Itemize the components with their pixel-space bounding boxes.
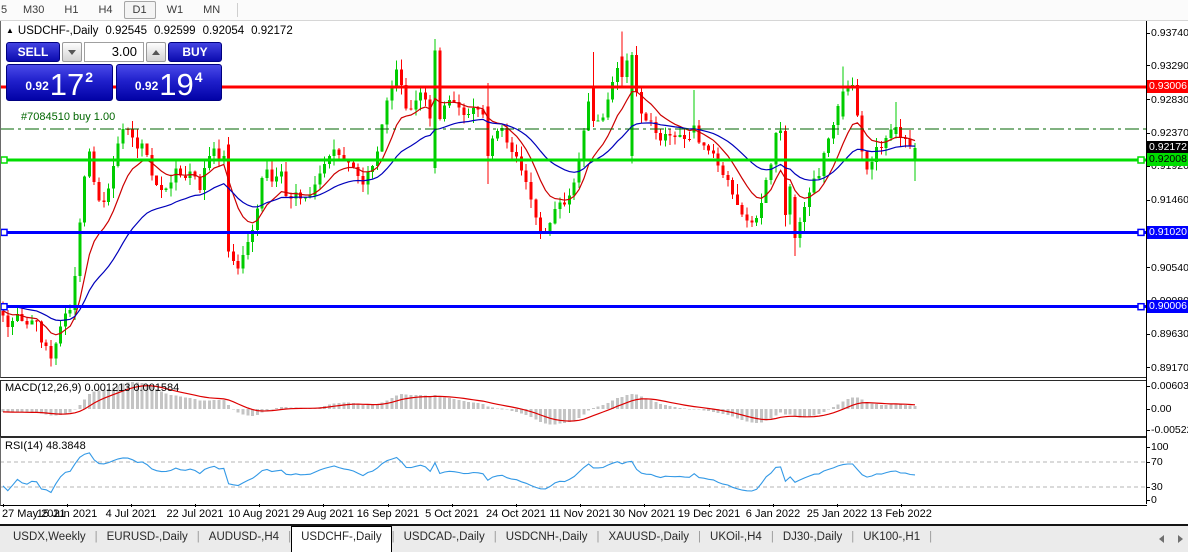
- hline-handle: [0, 156, 8, 164]
- tab-ukoil-h4[interactable]: UKOil-,H4: [701, 526, 771, 552]
- chart-tabs-bar: USDX,Weekly | EURUSD-,Daily | AUDUSD-,H4 | USD…: [0, 526, 1188, 552]
- hline-handle: [0, 302, 8, 311]
- position-label[interactable]: #7084510 buy 1.00: [21, 111, 115, 123]
- close-value: 0.92172: [251, 25, 293, 37]
- collapse-arrow-icon[interactable]: ▲: [6, 26, 14, 35]
- hline-0.90006: [0, 305, 1146, 309]
- ma-28: [2, 118, 916, 322]
- hline-handle: [0, 228, 8, 237]
- symbol-period-label: USDCHF-,Daily: [17, 25, 99, 37]
- rsi-label: RSI(14) 48.3848: [5, 440, 86, 452]
- toolbar-separator: [237, 3, 239, 17]
- price-axis-border: [1146, 21, 1147, 504]
- trade-panel: SELL 3.00 BUY 0.92 17 2 0.92 19 4: [6, 42, 222, 101]
- sell-button[interactable]: SELL: [6, 42, 60, 62]
- tab-usdcnh-daily[interactable]: USDCNH-,Daily: [497, 526, 597, 552]
- timeframe-m30[interactable]: M30: [14, 1, 53, 19]
- tab-usdx-weekly[interactable]: USDX,Weekly: [4, 526, 95, 552]
- ma-10: [2, 91, 916, 336]
- timeframe-5[interactable]: 5: [0, 1, 12, 19]
- hline-handle: [1137, 228, 1145, 237]
- timeframe-w1[interactable]: W1: [158, 1, 193, 19]
- tab-scroll-right-icon[interactable]: [1178, 535, 1183, 543]
- buy-price-sup: 4: [194, 69, 203, 85]
- buy-button[interactable]: BUY: [168, 42, 222, 62]
- hline-handle: [1137, 156, 1145, 164]
- open-value: 0.92545: [105, 25, 147, 37]
- buy-price-prefix: 0.92: [134, 79, 159, 93]
- chart-header: ▲ USDCHF-,Daily 0.92545 0.92599 0.92054 0.921…: [6, 25, 300, 37]
- sell-price-big: 17: [49, 66, 85, 102]
- low-value: 0.92054: [202, 25, 245, 37]
- tab-audusd-h4[interactable]: AUDUSD-,H4: [200, 526, 288, 552]
- buy-price-big: 19: [159, 66, 194, 102]
- high-value: 0.92599: [154, 25, 196, 37]
- toolbar: 5 M30 H1 H4 D1 W1 MN: [0, 0, 1188, 21]
- sell-price-box[interactable]: 0.92 17 2: [6, 64, 113, 101]
- volume-decrease-button[interactable]: [62, 42, 82, 62]
- timeframe-d1[interactable]: D1: [123, 1, 156, 19]
- hline-0.9102: [0, 230, 1146, 234]
- timeframe-mn[interactable]: MN: [194, 1, 229, 19]
- tab-scroll-left-icon[interactable]: [1159, 535, 1164, 543]
- tab-uk100-h1[interactable]: UK100-,H1: [854, 526, 929, 552]
- sell-price-prefix: 0.92: [25, 79, 49, 93]
- hline-handle: [1137, 302, 1145, 311]
- triangle-up-icon: [152, 49, 160, 55]
- tab-usdcad-daily[interactable]: USDCAD-,Daily: [395, 526, 494, 552]
- tab-usdchf-daily[interactable]: USDCHF-,Daily: [291, 526, 392, 552]
- tab-dj30-daily[interactable]: DJ30-,Daily: [774, 526, 851, 552]
- sell-price-sup: 2: [85, 69, 94, 85]
- timeframe-h4[interactable]: H4: [89, 1, 121, 19]
- volume-input[interactable]: 3.00: [84, 42, 144, 62]
- hline-0.92008: [0, 158, 1146, 162]
- tab-separator: |: [929, 531, 933, 543]
- buy-price-box[interactable]: 0.92 19 4: [115, 64, 222, 102]
- volume-increase-button[interactable]: [146, 42, 166, 62]
- tab-eurusd-daily[interactable]: EURUSD-,Daily: [98, 526, 197, 552]
- tab-xauusd-daily[interactable]: XAUUSD-,Daily: [600, 526, 699, 552]
- macd-label: MACD(12,26,9) 0.001213 0.001584: [5, 382, 180, 394]
- timeframe-h1[interactable]: H1: [55, 1, 87, 19]
- triangle-down-icon: [68, 49, 76, 55]
